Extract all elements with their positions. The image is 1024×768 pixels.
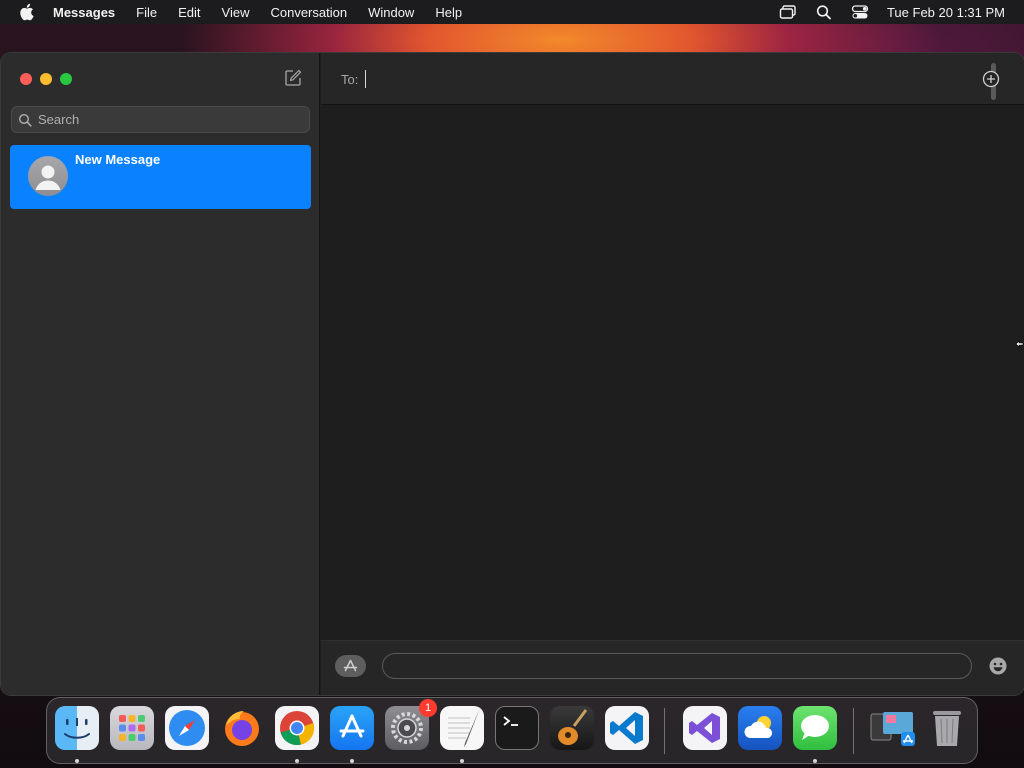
dock-running-indicator — [460, 759, 464, 763]
dock-terminal-icon[interactable] — [495, 706, 539, 750]
dock-running-indicator — [75, 759, 79, 763]
recipient-header: To: — [321, 53, 1024, 105]
dock-firefox-icon[interactable] — [220, 706, 264, 750]
vscode-logo-icon — [610, 712, 643, 744]
menu-window[interactable]: Window — [368, 5, 414, 20]
trash-can-icon — [933, 711, 961, 746]
app-store-apps-icon — [343, 659, 358, 672]
conversation-pane: To: — [321, 53, 1024, 695]
app-store-logo-icon — [339, 714, 365, 738]
search-field[interactable] — [11, 106, 310, 133]
menu-file[interactable]: File — [136, 5, 157, 20]
menu-app-name[interactable]: Messages — [53, 5, 115, 20]
weather-cloud-icon — [744, 716, 773, 738]
menubar-clock[interactable]: Tue Feb 20 1:31 PM — [887, 5, 1005, 20]
launchpad-grid-icon — [119, 715, 145, 741]
finder-face-icon — [64, 718, 90, 739]
menubar-status-area: Tue Feb 20 1:31 PM — [761, 0, 1005, 24]
dock-weather-icon[interactable] — [738, 706, 782, 750]
dock-trash-icon[interactable] — [925, 706, 969, 750]
apple-menu-icon[interactable] — [18, 3, 34, 21]
simulator-windows-icon — [870, 712, 915, 746]
close-window-button[interactable] — [20, 73, 32, 85]
dock-simulator-icon[interactable] — [869, 706, 915, 750]
dock-vscode-icon[interactable] — [605, 706, 649, 750]
visual-studio-logo-icon — [689, 713, 720, 743]
notification-badge: 1 — [419, 699, 437, 717]
add-contact-icon[interactable] — [982, 70, 1000, 88]
dock-textedit-icon[interactable] — [440, 706, 484, 750]
textedit-page-icon — [448, 708, 480, 747]
messages-window: New Message To: — [1, 53, 1024, 695]
spotlight-search-icon[interactable] — [815, 4, 833, 20]
resize-cursor-icon — [1015, 340, 1024, 348]
dock-garageband-icon[interactable] — [550, 706, 594, 750]
menu-edit[interactable]: Edit — [178, 5, 200, 20]
conversation-name: New Message — [75, 152, 161, 167]
screen-mirroring-icon[interactable] — [779, 4, 797, 20]
dock-running-indicator — [813, 759, 817, 763]
control-center-icon[interactable] — [851, 4, 869, 20]
emoji-icon[interactable] — [988, 656, 1008, 676]
sidebar: New Message — [1, 53, 320, 695]
guitar-icon — [558, 709, 588, 745]
window-controls — [20, 73, 72, 85]
message-compose-bar — [321, 640, 1024, 695]
search-input[interactable] — [38, 112, 298, 127]
dock-messages-icon[interactable] — [793, 706, 837, 750]
safari-compass-icon — [169, 710, 205, 746]
zoom-window-button[interactable] — [60, 73, 72, 85]
dock-running-indicator — [295, 759, 299, 763]
menu-help[interactable]: Help — [435, 5, 462, 20]
dock-separator — [853, 708, 854, 754]
dock: 1 — [46, 697, 978, 764]
menu-bar: Messages File Edit View Conversation Win… — [0, 0, 1024, 24]
dock-finder-icon[interactable] — [55, 706, 99, 750]
terminal-prompt-icon — [503, 716, 518, 726]
recipient-input[interactable] — [365, 70, 965, 88]
menu-conversation[interactable]: Conversation — [270, 5, 347, 20]
dock-running-indicator — [350, 759, 354, 763]
search-icon — [18, 113, 32, 127]
apps-button[interactable] — [335, 655, 366, 677]
dock-system-settings-icon[interactable]: 1 — [385, 699, 437, 750]
dock-app-store-icon[interactable] — [330, 706, 374, 750]
avatar — [28, 156, 68, 196]
firefox-logo-icon — [225, 711, 259, 746]
conversation-item-new-message[interactable]: New Message — [10, 145, 311, 209]
messages-bubble-icon — [801, 715, 829, 740]
message-input[interactable] — [382, 653, 972, 679]
to-label: To: — [341, 72, 359, 87]
dock-visual-studio-icon[interactable] — [683, 706, 727, 750]
dock-separator — [664, 708, 665, 754]
person-icon — [35, 165, 61, 190]
dock-chrome-icon[interactable] — [275, 706, 319, 750]
minimize-window-button[interactable] — [40, 73, 52, 85]
chrome-logo-icon — [280, 711, 315, 746]
menu-view[interactable]: View — [222, 5, 250, 20]
dock-safari-icon[interactable] — [165, 706, 209, 750]
compose-icon[interactable] — [284, 69, 302, 87]
dock-launchpad-icon[interactable] — [110, 706, 154, 750]
